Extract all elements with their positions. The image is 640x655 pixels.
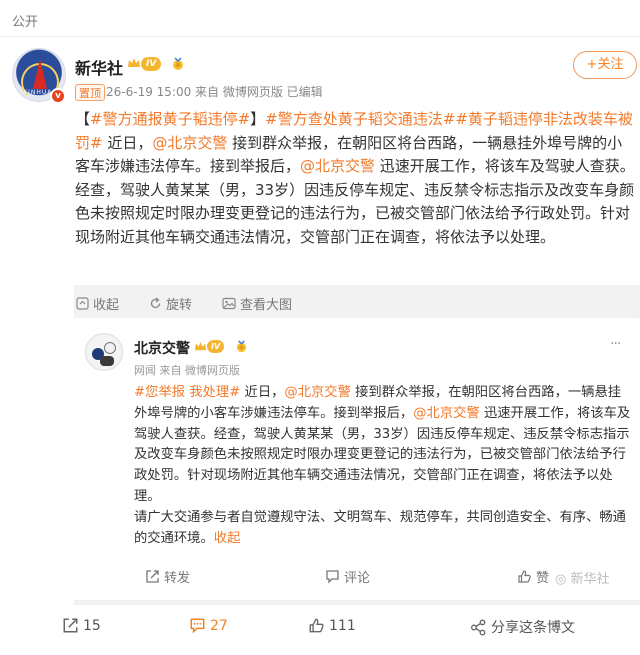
comment-icon: [190, 618, 205, 634]
forward-icon: [146, 570, 159, 583]
hashtag-link[interactable]: #警方查处黄子韬交通违法#: [265, 110, 455, 128]
retweet-author-avatar[interactable]: [85, 333, 123, 371]
author-name[interactable]: 新华社: [75, 55, 123, 79]
mention-link[interactable]: @北京交警: [152, 134, 227, 152]
view-large-image-button[interactable]: 查看大图: [222, 294, 292, 313]
mention-link[interactable]: @北京交警: [413, 406, 479, 421]
like-button[interactable]: 111: [308, 617, 356, 634]
medal-icon: [235, 340, 248, 353]
retweet-forward-button[interactable]: 转发: [145, 567, 190, 586]
level-badge: IV: [141, 57, 162, 71]
share-icon: [471, 618, 486, 636]
collapse-icon: [76, 297, 89, 310]
mention-link[interactable]: @北京交警: [300, 157, 375, 175]
post-text: 【#警方通报黄子韬违停#】#警方查处黄子韬交通违法##黄子韬违停非法改装车被罚#…: [75, 110, 635, 246]
retweet-like-button[interactable]: 赞: [517, 567, 549, 586]
retweet-comment-button[interactable]: 评论: [325, 567, 370, 586]
level-badge: IV: [207, 340, 225, 353]
medal-icon: [171, 57, 185, 71]
collapse-text-link[interactable]: 收起: [214, 531, 241, 546]
comment-icon: [326, 570, 339, 584]
crown-icon: [127, 56, 141, 70]
repost-icon: [63, 618, 78, 633]
more-options-icon[interactable]: ···: [610, 336, 621, 352]
rotate-icon: [150, 297, 161, 309]
header-divider: [0, 36, 640, 37]
repost-button[interactable]: 15: [62, 617, 101, 634]
post-meta: 26-6-19 15:00 来自 微博网页版 已编辑: [106, 85, 323, 99]
retweet-author-name[interactable]: 北京交警: [134, 338, 190, 358]
collapse-image-button[interactable]: 收起: [76, 294, 119, 313]
weibo-logo-icon: ◎: [555, 572, 567, 587]
visibility-label: 公开: [12, 15, 39, 30]
verified-icon: v: [50, 88, 66, 104]
rotate-image-button[interactable]: 旋转: [149, 294, 192, 313]
thumbs-up-icon: [518, 570, 531, 583]
hashtag-link[interactable]: #警方通报黄子韬违停#: [90, 110, 250, 128]
mention-link[interactable]: @北京交警: [284, 385, 350, 400]
avatar-logo-text: XINHUA: [23, 89, 53, 96]
share-button[interactable]: 分享这条博文: [470, 617, 575, 637]
retweet-text: #您举报 我处理# 近日，@北京交警 接到群众举报，在朝阳区将台西路，一辆悬挂外…: [134, 385, 631, 546]
hashtag-link[interactable]: #您举报 我处理#: [134, 385, 240, 400]
follow-button[interactable]: +关注: [573, 51, 637, 79]
thumbs-up-icon: [309, 618, 324, 633]
retweet-meta: 网闻 来自 微博网页版: [134, 364, 240, 377]
pinned-badge: 置顶: [75, 84, 105, 101]
crown-icon: [194, 340, 207, 353]
watermark: ◎ 新华社: [555, 572, 610, 587]
image-toolbar: 收起 旋转 查看大图: [76, 294, 292, 313]
comment-button[interactable]: 27: [189, 617, 228, 634]
image-icon: [222, 297, 236, 310]
